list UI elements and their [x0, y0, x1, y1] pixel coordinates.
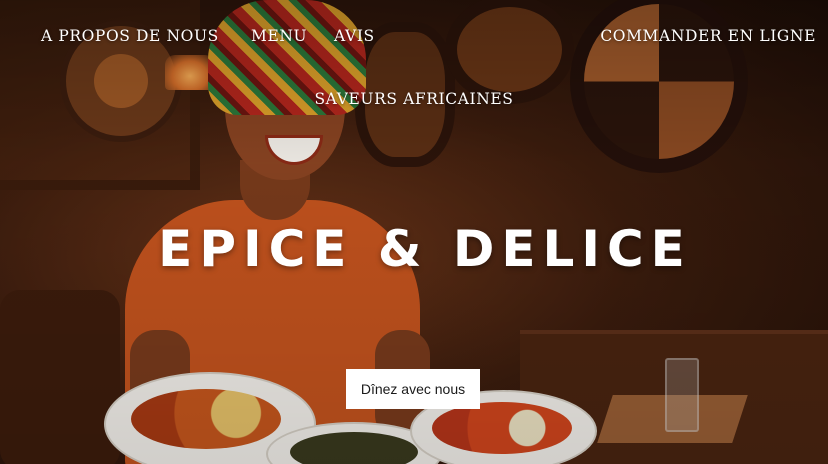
dine-with-us-button[interactable]: Dînez avec nous: [346, 369, 480, 409]
hero-tagline: SAVEURS AFRICAINES: [314, 90, 514, 108]
restaurant-name: EPICE & DELICE: [158, 220, 692, 278]
nav-order-online-link[interactable]: COMMANDER EN LIGNE: [600, 27, 816, 45]
nav-reviews-link[interactable]: AVIS: [334, 27, 375, 45]
nav-about-link[interactable]: A PROPOS DE NOUS: [41, 27, 219, 45]
nav-menu-link[interactable]: MENU: [251, 27, 307, 45]
